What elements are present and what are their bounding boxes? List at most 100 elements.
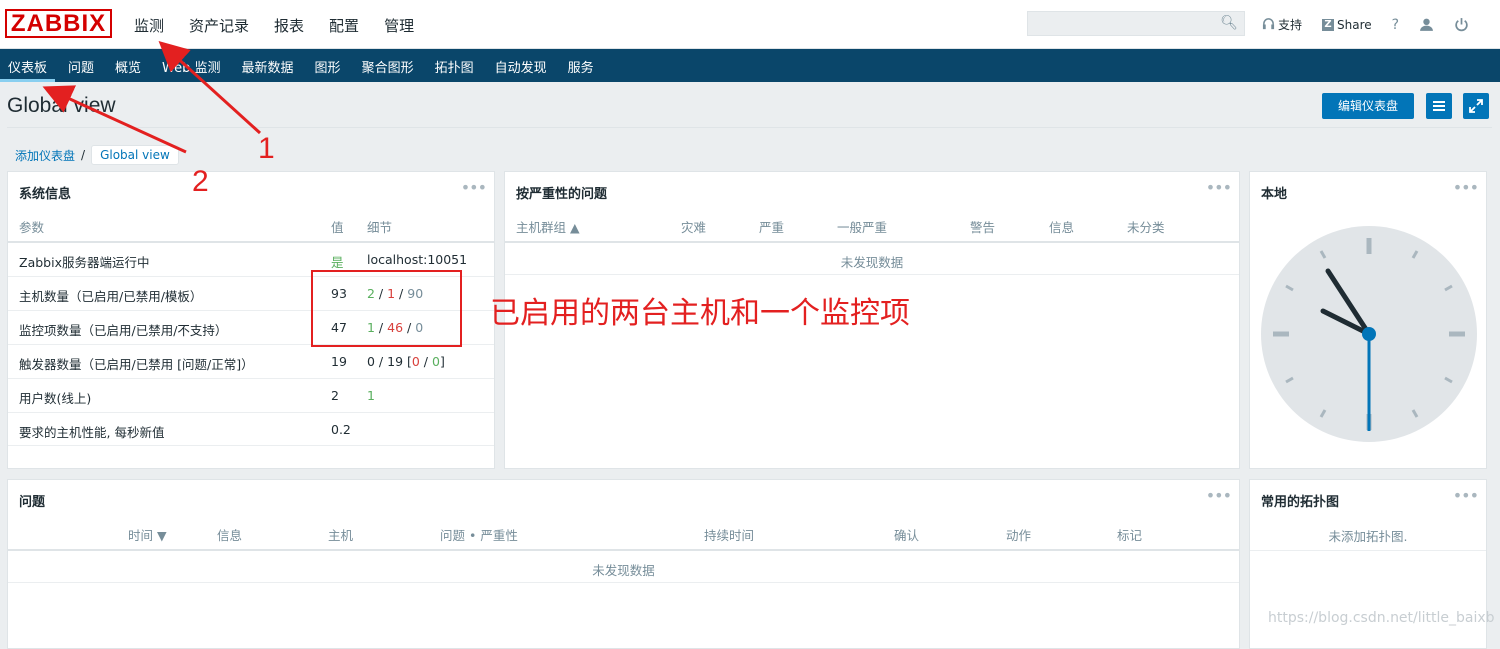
sub-navigation: 仪表板 问题 概览 Web 监测 最新数据 图形 聚合图形 拓扑图 自动发现 服… — [0, 49, 1500, 82]
col-time[interactable]: 时间 ▼ — [128, 525, 167, 544]
logout-icon[interactable] — [1454, 17, 1469, 32]
headset-icon — [1262, 18, 1275, 30]
col-value: 值 — [331, 220, 344, 235]
widget-menu-icon[interactable]: ••• — [1453, 486, 1479, 505]
empty-row: 未添加拓扑图. — [1250, 517, 1486, 551]
subnav-services[interactable]: 服务 — [560, 49, 602, 82]
top-icons: 支持 Z Share ? — [1262, 16, 1489, 33]
detail-cell: localhost:10051 — [367, 252, 468, 267]
menu-icon — [1433, 101, 1445, 111]
widget-menu-icon[interactable]: ••• — [1206, 486, 1232, 505]
table-row: 触发器数量（已启用/已禁用 [问题/正常]） 19 0 / 19 [0 / 0] — [8, 344, 494, 378]
subnav-web[interactable]: Web 监测 — [154, 49, 228, 82]
col-actions: 动作 — [1006, 528, 1032, 543]
user-profile-icon[interactable] — [1419, 17, 1434, 32]
widget-title: 按严重性的问题 — [516, 187, 608, 202]
main-menu: 监测 资产记录 报表 配置 管理 — [134, 15, 439, 36]
breadcrumb-add-dashboard[interactable]: 添加仪表盘 — [15, 147, 75, 164]
top-bar: ZABBIX 监测 资产记录 报表 配置 管理 🔍︎ 支持 Z Share ? — [0, 0, 1500, 49]
menu-administration[interactable]: 管理 — [384, 15, 414, 36]
subnav-problems[interactable]: 问题 — [60, 49, 102, 82]
col-average: 一般严重 — [837, 220, 888, 235]
col-info: 信息 — [217, 528, 243, 543]
widget-menu-icon[interactable]: ••• — [461, 178, 487, 197]
edit-dashboard-button[interactable]: 编辑仪表盘 — [1322, 93, 1414, 119]
menu-inventory[interactable]: 资产记录 — [189, 15, 249, 36]
widget-menu-icon[interactable]: ••• — [1206, 178, 1232, 197]
zabbix-share-icon: Z — [1322, 18, 1335, 31]
widget-title: 系统信息 — [19, 187, 72, 202]
col-information: 信息 — [1049, 220, 1075, 235]
value-cell: 0.2 — [331, 422, 351, 437]
share-link[interactable]: Z Share — [1322, 18, 1372, 32]
col-high: 严重 — [759, 220, 785, 235]
col-detail: 细节 — [367, 220, 393, 235]
col-host: 主机 — [328, 528, 354, 543]
fullscreen-button[interactable] — [1463, 93, 1489, 119]
col-ack: 确认 — [894, 528, 920, 543]
zabbix-logo[interactable]: ZABBIX — [5, 9, 112, 38]
annotation-text: 已启用的两台主机和一个监控项 — [490, 296, 910, 331]
empty-row: 未发现数据 — [505, 241, 1239, 275]
param-cell: 主机数量（已启用/已禁用/模板） — [19, 289, 203, 304]
help-icon[interactable]: ? — [1392, 17, 1399, 33]
widget-title: 常用的拓扑图 — [1261, 495, 1340, 510]
table-row: 要求的主机性能, 每秒新值 0.2 — [8, 412, 494, 446]
col-duration: 持续时间 — [704, 528, 755, 543]
value-cell: 2 — [331, 388, 339, 403]
col-param: 参数 — [19, 220, 45, 235]
problems-widget: 问题 ••• 时间 ▼ 信息 主机 问题 • 严重性 持续时间 确认 动作 标记… — [7, 479, 1240, 649]
subnav-overview[interactable]: 概览 — [107, 49, 149, 82]
annotation-number-1: 1 — [258, 132, 275, 165]
param-cell: 监控项数量（已启用/已禁用/不支持） — [19, 323, 228, 338]
analog-clock — [1261, 226, 1477, 442]
param-cell: Zabbix服务器端运行中 — [19, 255, 150, 270]
empty-message: 未添加拓扑图. — [1328, 529, 1408, 544]
subnav-graphs[interactable]: 图形 — [307, 49, 349, 82]
support-label: 支持 — [1278, 18, 1303, 32]
menu-reports[interactable]: 报表 — [274, 15, 304, 36]
breadcrumb-current[interactable]: Global view — [91, 145, 179, 165]
menu-configuration[interactable]: 配置 — [329, 15, 359, 36]
table-row: 用户数(线上) 2 1 — [8, 378, 494, 412]
col-tags: 标记 — [1117, 528, 1143, 543]
param-cell: 触发器数量（已启用/已禁用 [问题/正常]） — [19, 357, 254, 372]
widget-menu-icon[interactable]: ••• — [1453, 178, 1479, 197]
param-cell: 用户数(线上) — [19, 391, 92, 406]
empty-message: 未发现数据 — [592, 563, 655, 578]
col-problem-severity: 问题 • 严重性 — [440, 528, 518, 543]
dashboard-list-button[interactable] — [1426, 93, 1452, 119]
search-input[interactable]: 🔍︎ — [1027, 11, 1245, 36]
annotation-highlight-box — [311, 270, 462, 347]
col-not-classified: 未分类 — [1127, 220, 1165, 235]
menu-monitoring[interactable]: 监测 — [134, 15, 164, 36]
value-cell: 19 — [331, 354, 347, 369]
page-title: Global view — [7, 94, 116, 117]
annotation-number-2: 2 — [192, 165, 209, 198]
share-label: Share — [1337, 17, 1372, 32]
widget-title: 问题 — [19, 495, 46, 510]
fullscreen-icon — [1469, 99, 1483, 113]
col-host-group[interactable]: 主机群组 ▲ — [516, 217, 580, 236]
subnav-maps[interactable]: 拓扑图 — [427, 49, 482, 82]
empty-row: 未发现数据 — [8, 549, 1239, 583]
header-divider — [7, 127, 1492, 128]
watermark: https://blog.csdn.net/little_baixb — [1268, 610, 1495, 626]
search-icon[interactable]: 🔍︎ — [1220, 15, 1238, 31]
subnav-screens[interactable]: 聚合图形 — [354, 49, 422, 82]
param-cell: 要求的主机性能, 每秒新值 — [19, 425, 165, 440]
empty-message: 未发现数据 — [840, 255, 904, 270]
detail-cell: 0 / 19 [0 / 0] — [367, 354, 445, 369]
col-warning: 警告 — [970, 220, 996, 235]
col-disaster: 灾难 — [681, 220, 707, 235]
detail-cell: 1 — [367, 388, 375, 403]
subnav-discovery[interactable]: 自动发现 — [487, 49, 555, 82]
subnav-latest-data[interactable]: 最新数据 — [234, 49, 302, 82]
support-link[interactable]: 支持 — [1262, 16, 1302, 33]
breadcrumb: 添加仪表盘 / Global view — [15, 145, 179, 165]
local-clock-widget: 本地 ••• — [1249, 171, 1487, 469]
widget-title: 本地 — [1261, 187, 1288, 202]
breadcrumb-separator: / — [81, 148, 86, 162]
subnav-dashboard[interactable]: 仪表板 — [0, 49, 56, 82]
value-cell: 是 — [331, 255, 344, 270]
